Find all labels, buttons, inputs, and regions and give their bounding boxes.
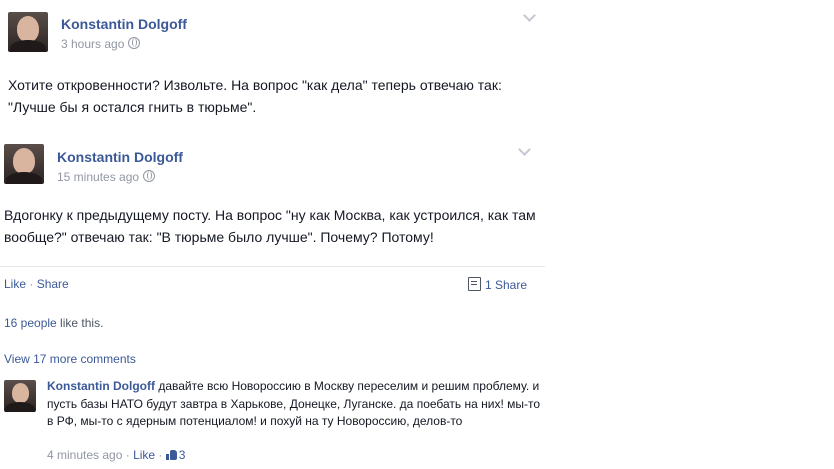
post-text: Вдогонку к предыдущему посту. На вопрос … bbox=[4, 207, 536, 245]
comment-like-count[interactable]: 3 bbox=[165, 448, 186, 462]
chevron-down-icon[interactable] bbox=[518, 143, 531, 156]
view-more-comments: View 17 more comments bbox=[4, 352, 136, 366]
likes-suffix: like this. bbox=[56, 316, 104, 330]
post-1: Konstantin Dolgoff 3 hours ago Хотите от… bbox=[0, 0, 545, 135]
comment-like-count-value: 3 bbox=[178, 448, 186, 462]
comment-like-link[interactable]: Like bbox=[133, 448, 155, 462]
commenter-avatar[interactable] bbox=[4, 380, 36, 412]
likes-summary: 16 people like this. bbox=[4, 316, 103, 330]
author-avatar[interactable] bbox=[8, 12, 48, 52]
globe-icon bbox=[143, 170, 156, 182]
timestamp-link[interactable]: 3 hours ago bbox=[61, 37, 124, 51]
share-count-label[interactable]: 1 Share bbox=[485, 278, 527, 292]
globe-icon bbox=[128, 37, 141, 49]
likes-count-link[interactable]: 16 people bbox=[4, 316, 57, 330]
post-timestamp: 3 hours ago bbox=[61, 37, 141, 51]
share-icon bbox=[468, 277, 481, 291]
author-name[interactable]: Konstantin Dolgoff bbox=[57, 149, 183, 165]
comment-meta: 4 minutes ago · Like · 3 bbox=[47, 448, 185, 462]
separator: · bbox=[26, 277, 37, 291]
share-count[interactable]: 1 Share bbox=[468, 277, 527, 292]
share-link[interactable]: Share bbox=[37, 277, 69, 291]
like-link[interactable]: Like bbox=[4, 277, 26, 291]
commenter-name[interactable]: Konstantin Dolgoff bbox=[47, 379, 155, 393]
author-avatar[interactable] bbox=[4, 144, 44, 184]
view-more-comments-link[interactable]: View 17 more comments bbox=[4, 352, 136, 366]
post-actions: Like · Share bbox=[4, 277, 69, 291]
divider bbox=[0, 266, 545, 267]
chevron-down-icon[interactable] bbox=[523, 9, 536, 22]
post-text: Хотите откровенности? Извольте. На вопро… bbox=[8, 77, 502, 115]
comment-body: Konstantin Dolgoff давайте всю Новоросси… bbox=[47, 378, 542, 431]
thumbs-up-icon bbox=[165, 450, 177, 460]
timestamp-link[interactable]: 15 minutes ago bbox=[57, 170, 139, 184]
post-timestamp: 15 minutes ago bbox=[57, 170, 156, 184]
separator: · bbox=[122, 448, 134, 462]
separator: · bbox=[155, 448, 166, 462]
comment-timestamp[interactable]: 4 minutes ago bbox=[47, 448, 122, 462]
author-name[interactable]: Konstantin Dolgoff bbox=[61, 16, 187, 32]
